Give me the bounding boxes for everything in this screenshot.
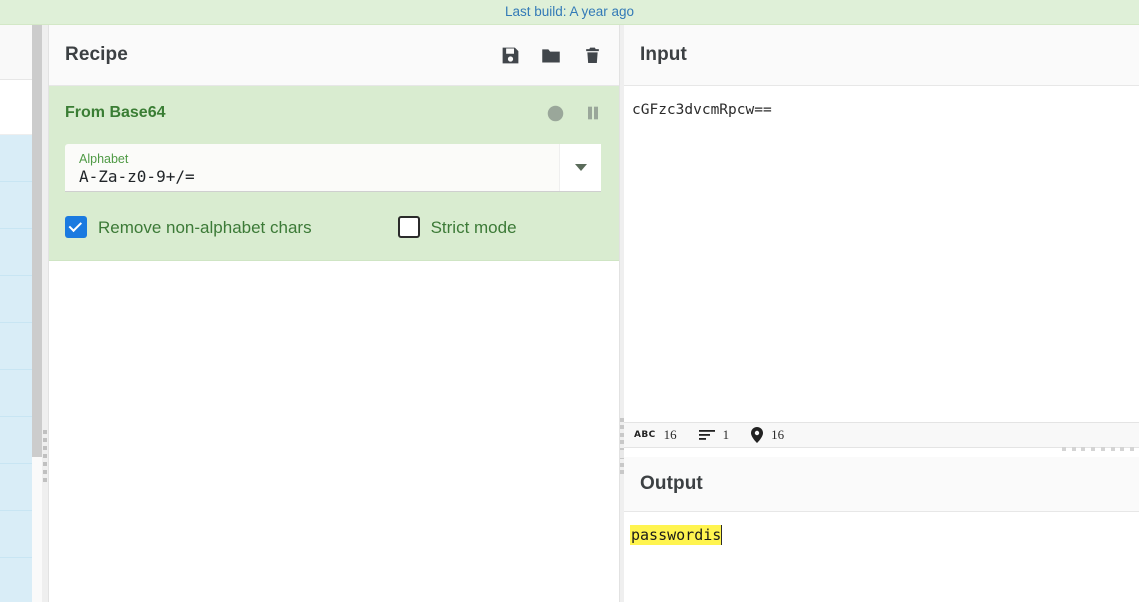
alphabet-argument[interactable]: Alphabet A-Za-z0-9+/=: [65, 144, 601, 192]
operations-scrollbar[interactable]: [32, 25, 42, 457]
alphabet-value[interactable]: A-Za-z0-9+/=: [79, 167, 547, 188]
lines-icon: [698, 429, 715, 441]
operations-header: [0, 25, 32, 80]
input-length-stat[interactable]: ABC 16: [634, 427, 677, 443]
operation-list-item[interactable]: [0, 229, 32, 276]
output-highlighted-text[interactable]: passwordis: [630, 525, 723, 545]
input-panel: Input cGFzc3dvcmRpcw==: [624, 25, 1139, 450]
output-title: Output: [640, 473, 703, 494]
operation-list-item[interactable]: [0, 276, 32, 323]
operations-search-input[interactable]: [0, 80, 32, 135]
strict-mode-label: Strict mode: [430, 217, 517, 237]
operation-list-item[interactable]: [0, 417, 32, 464]
pause-icon[interactable]: [583, 103, 603, 123]
remove-non-alphabet-chars-checkbox[interactable]: Remove non-alphabet chars: [65, 216, 312, 238]
input-title-bar: Input: [624, 25, 1139, 86]
operation-list-item[interactable]: [0, 558, 32, 602]
strict-mode-checkbox[interactable]: Strict mode: [397, 216, 517, 238]
splitter-grip-handle[interactable]: [43, 430, 47, 482]
operations-scrollbar-track[interactable]: [32, 457, 42, 602]
operation-list-item[interactable]: [0, 464, 32, 511]
last-build-text[interactable]: Last build: A year ago: [505, 5, 634, 19]
input-lines-value: 1: [722, 427, 730, 442]
output-textarea[interactable]: passwordis: [624, 512, 1139, 546]
recipe-panel: Recipe From Base64 Alphabet A-Za-z0-9+/=…: [48, 25, 620, 602]
alphabet-label: Alphabet: [79, 151, 129, 166]
recipe-title: Recipe: [65, 44, 128, 65]
map-pin-icon: [751, 427, 764, 443]
input-position-stat[interactable]: 16: [751, 427, 784, 443]
alphabet-input[interactable]: Alphabet A-Za-z0-9+/=: [65, 144, 559, 191]
input-length-value: 16: [663, 427, 677, 442]
output-panel: Output passwordis: [624, 457, 1139, 602]
operation-list-item[interactable]: [0, 323, 32, 370]
remove-non-alphabet-chars-label: Remove non-alphabet chars: [98, 217, 312, 237]
recipe-drop-area[interactable]: [49, 261, 619, 549]
last-build-banner: Last build: A year ago: [0, 0, 1139, 25]
output-title-bar: Output: [624, 457, 1139, 512]
operation-list-item[interactable]: [0, 182, 32, 229]
checkbox-checked-icon[interactable]: [65, 216, 87, 238]
input-position-value: 16: [771, 427, 785, 442]
cyberchef-window: Last build: A year ago Recipe From Base6…: [0, 0, 1139, 602]
operation-list-item[interactable]: [0, 135, 32, 182]
operation-title: From Base64: [65, 104, 166, 121]
trash-icon[interactable]: [581, 44, 603, 66]
folder-icon[interactable]: [540, 44, 562, 66]
recipe-title-bar: Recipe: [49, 25, 619, 86]
chevron-down-icon: [574, 164, 587, 171]
alphabet-dropdown-button[interactable]: [559, 144, 601, 191]
input-status-bar: ABC 16 1 16: [624, 422, 1139, 448]
operation-checkbox-row: Remove non-alphabet chars Strict mode: [65, 216, 603, 238]
abc-icon: ABC: [634, 430, 656, 440]
recipe-operation-from-base64[interactable]: From Base64 Alphabet A-Za-z0-9+/= Remove…: [49, 86, 619, 261]
operation-header: From Base64: [65, 100, 603, 126]
operations-list[interactable]: [0, 135, 32, 602]
disable-icon[interactable]: [545, 103, 565, 123]
input-title: Input: [640, 44, 687, 65]
operation-list-item[interactable]: [0, 370, 32, 417]
operation-list-item[interactable]: [0, 511, 32, 558]
input-textarea[interactable]: cGFzc3dvcmRpcw==: [624, 86, 1139, 121]
recipe-toolbar: [499, 44, 603, 66]
operations-sidebar[interactable]: [0, 25, 32, 602]
input-output-resize-grip[interactable]: [1062, 446, 1134, 452]
save-icon[interactable]: [499, 44, 521, 66]
input-lines-stat[interactable]: 1: [698, 427, 730, 443]
operation-controls: [545, 103, 603, 123]
checkbox-unchecked-icon[interactable]: [397, 216, 420, 238]
